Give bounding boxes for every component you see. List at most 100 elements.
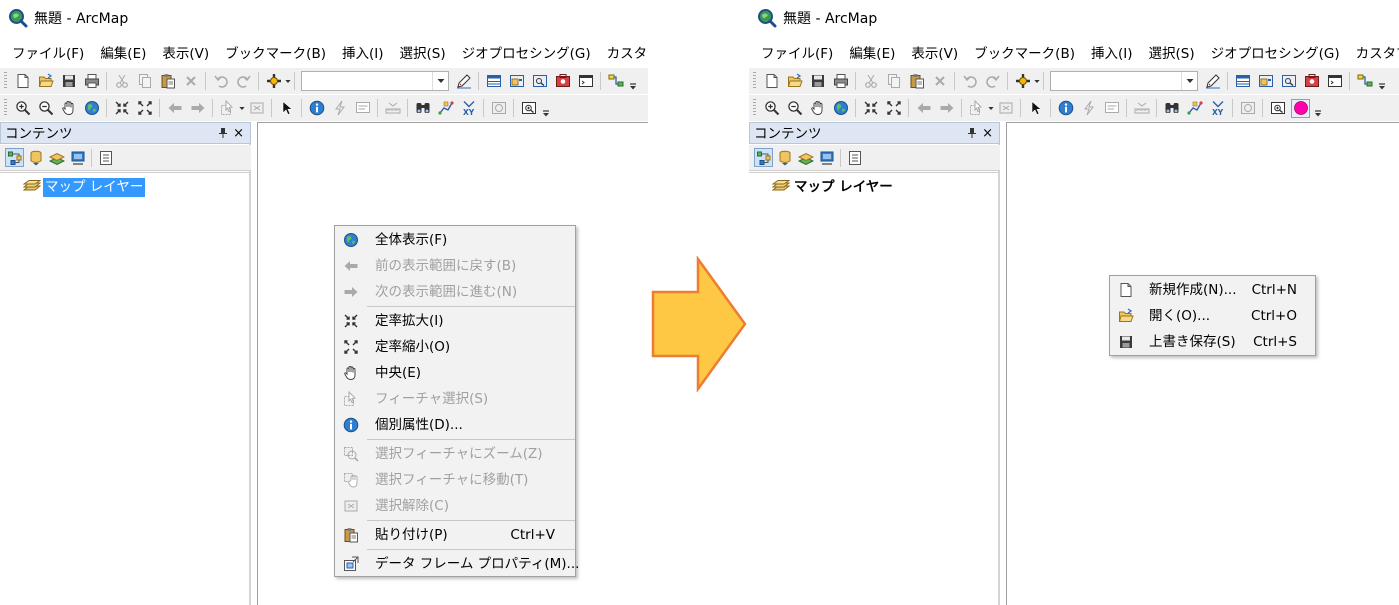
- table-of-contents-icon[interactable]: [484, 72, 503, 91]
- menu-item-center[interactable]: 中央(E): [335, 360, 575, 386]
- save-icon[interactable]: [59, 72, 78, 91]
- list-by-visibility-icon[interactable]: [47, 148, 66, 167]
- toolbar-options-icon[interactable]: [1314, 98, 1322, 118]
- create-viewer-window-icon[interactable]: [519, 99, 538, 118]
- menu-item-save[interactable]: 上書き保存(S) Ctrl+S: [1110, 329, 1315, 355]
- chevron-down-icon[interactable]: [239, 99, 245, 118]
- find-binoculars-icon[interactable]: [413, 99, 432, 118]
- list-by-drawing-order-icon[interactable]: [754, 148, 773, 167]
- map-view[interactable]: [1006, 122, 1399, 605]
- find-route-icon[interactable]: [1185, 99, 1204, 118]
- cut-icon[interactable]: [112, 72, 131, 91]
- toolbar-grip[interactable]: [4, 72, 7, 90]
- menu-item-paste[interactable]: 貼り付け(P) Ctrl+V: [335, 522, 575, 548]
- find-binoculars-icon[interactable]: [1162, 99, 1181, 118]
- print-icon[interactable]: [831, 72, 850, 91]
- search-window-icon[interactable]: [1279, 72, 1298, 91]
- copy-icon[interactable]: [135, 72, 154, 91]
- select-features-icon[interactable]: [218, 99, 237, 118]
- menu-selection[interactable]: 選択(S): [391, 43, 453, 65]
- list-by-source-icon[interactable]: [26, 148, 45, 167]
- menu-item-fixed-zoom-out[interactable]: 定率縮小(O): [335, 334, 575, 360]
- modelbuilder-icon[interactable]: [1355, 72, 1374, 91]
- menu-selection[interactable]: 選択(S): [1140, 43, 1202, 65]
- menu-edit[interactable]: 編集(E): [841, 43, 903, 65]
- cut-icon[interactable]: [861, 72, 880, 91]
- identify-icon[interactable]: [307, 99, 326, 118]
- fixed-zoom-out-icon[interactable]: [884, 99, 903, 118]
- identify-icon[interactable]: [1056, 99, 1075, 118]
- toolbar-grip[interactable]: [4, 99, 7, 117]
- create-viewer-window-icon[interactable]: [1268, 99, 1287, 118]
- back-arrow-icon[interactable]: [165, 99, 184, 118]
- toolbar-options-icon[interactable]: [542, 98, 550, 118]
- modelbuilder-icon[interactable]: [606, 72, 625, 91]
- close-icon[interactable]: ×: [982, 125, 993, 142]
- menu-item-fixed-zoom-in[interactable]: 定率拡大(I): [335, 308, 575, 334]
- catalog-icon[interactable]: [1256, 72, 1275, 91]
- zoom-in-icon[interactable]: [762, 99, 781, 118]
- forward-arrow-icon[interactable]: [937, 99, 956, 118]
- redo-icon[interactable]: [234, 72, 253, 91]
- close-icon[interactable]: ×: [233, 125, 244, 142]
- open-folder-icon[interactable]: [785, 72, 804, 91]
- menu-item-full-extent[interactable]: 全体表示(F): [335, 227, 575, 253]
- toolbar-grip[interactable]: [753, 99, 756, 117]
- menu-item-data-frame-properties[interactable]: データ フレーム プロパティ(M)...: [335, 551, 579, 577]
- paste-icon[interactable]: [158, 72, 177, 91]
- zoom-out-icon[interactable]: [36, 99, 55, 118]
- pin-icon[interactable]: [218, 127, 228, 139]
- map-scale-combo[interactable]: [1050, 71, 1198, 91]
- list-by-source-icon[interactable]: [775, 148, 794, 167]
- full-extent-globe-icon[interactable]: [831, 99, 850, 118]
- toolbar-grip[interactable]: [753, 72, 756, 90]
- menu-file[interactable]: ファイル(F): [753, 43, 841, 65]
- redo-icon[interactable]: [983, 72, 1002, 91]
- search-window-icon[interactable]: [530, 72, 549, 91]
- fixed-zoom-in-icon[interactable]: [861, 99, 880, 118]
- data-frame-row[interactable]: マップ レイヤー: [23, 177, 146, 197]
- menu-view[interactable]: 表示(V): [154, 43, 217, 65]
- data-frame-row[interactable]: マップ レイヤー: [772, 177, 895, 197]
- find-route-icon[interactable]: [436, 99, 455, 118]
- measure-icon[interactable]: [383, 99, 402, 118]
- time-slider-icon[interactable]: [1238, 99, 1257, 118]
- paste-icon[interactable]: [907, 72, 926, 91]
- open-folder-icon[interactable]: [36, 72, 55, 91]
- data-frame-label[interactable]: マップ レイヤー: [792, 178, 895, 197]
- zoom-in-icon[interactable]: [13, 99, 32, 118]
- select-elements-pointer-icon[interactable]: [277, 99, 296, 118]
- options-icon[interactable]: [96, 148, 115, 167]
- map-scale-combo[interactable]: [301, 71, 449, 91]
- new-document-icon[interactable]: [762, 72, 781, 91]
- go-to-xy-icon[interactable]: [459, 99, 478, 118]
- measure-icon[interactable]: [1132, 99, 1151, 118]
- toolbar-options-icon[interactable]: [1378, 71, 1386, 91]
- menu-bookmarks[interactable]: ブックマーク(B): [966, 43, 1083, 65]
- list-by-selection-icon[interactable]: [817, 148, 836, 167]
- back-arrow-icon[interactable]: [914, 99, 933, 118]
- chevron-down-icon[interactable]: [432, 72, 448, 90]
- new-document-icon[interactable]: [13, 72, 32, 91]
- catalog-icon[interactable]: [507, 72, 526, 91]
- chevron-down-icon[interactable]: [1181, 72, 1197, 90]
- menu-item-new[interactable]: 新規作成(N)... Ctrl+N: [1110, 277, 1315, 303]
- select-elements-pointer-icon[interactable]: [1026, 99, 1045, 118]
- add-data-icon[interactable]: [264, 72, 283, 91]
- menu-item-open[interactable]: 開く(O)... Ctrl+O: [1110, 303, 1315, 329]
- list-by-visibility-icon[interactable]: [796, 148, 815, 167]
- menu-item-pan-to-selected[interactable]: 選択フィーチャに移動(T): [335, 467, 575, 493]
- menu-insert[interactable]: 挿入(I): [334, 43, 392, 65]
- select-features-icon[interactable]: [967, 99, 986, 118]
- print-icon[interactable]: [82, 72, 101, 91]
- menu-edit[interactable]: 編集(E): [92, 43, 154, 65]
- pan-hand-icon[interactable]: [808, 99, 827, 118]
- fixed-zoom-in-icon[interactable]: [112, 99, 131, 118]
- list-by-drawing-order-icon[interactable]: [5, 148, 24, 167]
- zoom-out-icon[interactable]: [785, 99, 804, 118]
- clear-selection-icon[interactable]: [247, 99, 266, 118]
- python-window-icon[interactable]: [576, 72, 595, 91]
- delete-icon[interactable]: [181, 72, 200, 91]
- custom-pink-circle-icon[interactable]: [1291, 98, 1310, 118]
- chevron-down-icon[interactable]: [988, 99, 994, 118]
